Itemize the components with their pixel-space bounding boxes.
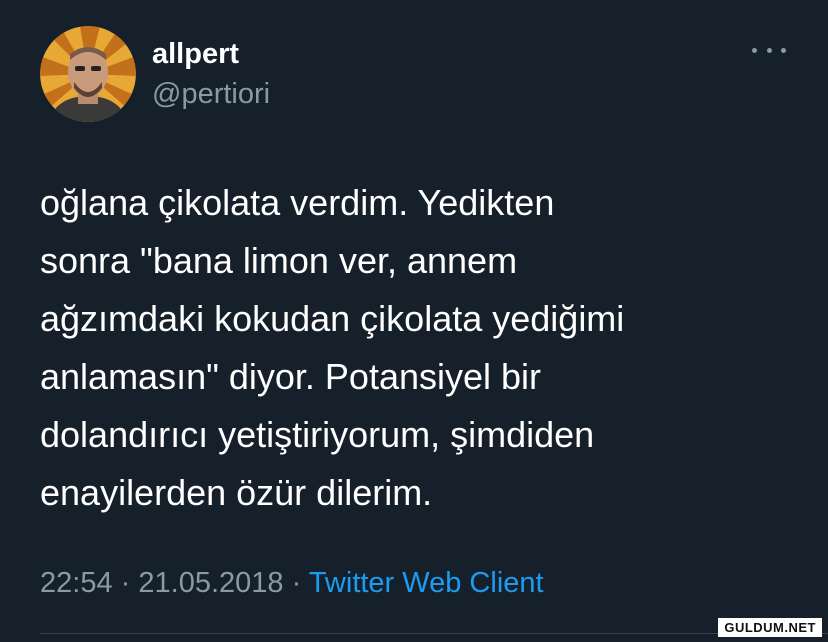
- user-handle[interactable]: @pertiori: [152, 78, 270, 111]
- more-options-icon[interactable]: [752, 38, 786, 62]
- meta-separator: ·: [291, 567, 302, 599]
- tweet-time[interactable]: 22:54: [40, 567, 113, 599]
- divider: [40, 633, 828, 634]
- tweet-metadata: 22:54 · 21.05.2018 · Twitter Web Client: [40, 567, 544, 600]
- more-dot: [752, 47, 757, 53]
- display-name[interactable]: allpert: [152, 38, 239, 71]
- watermark: GULDUM.NET: [718, 618, 822, 637]
- more-dot: [766, 47, 772, 53]
- tweet-client-link[interactable]: Twitter Web Client: [309, 567, 544, 599]
- tweet-text: oğlana çikolata verdim. Yedikten sonra "…: [40, 182, 625, 513]
- tweet-date[interactable]: 21.05.2018: [138, 567, 283, 599]
- more-dot: [781, 47, 786, 53]
- meta-separator: ·: [120, 567, 131, 599]
- avatar[interactable]: [40, 26, 136, 122]
